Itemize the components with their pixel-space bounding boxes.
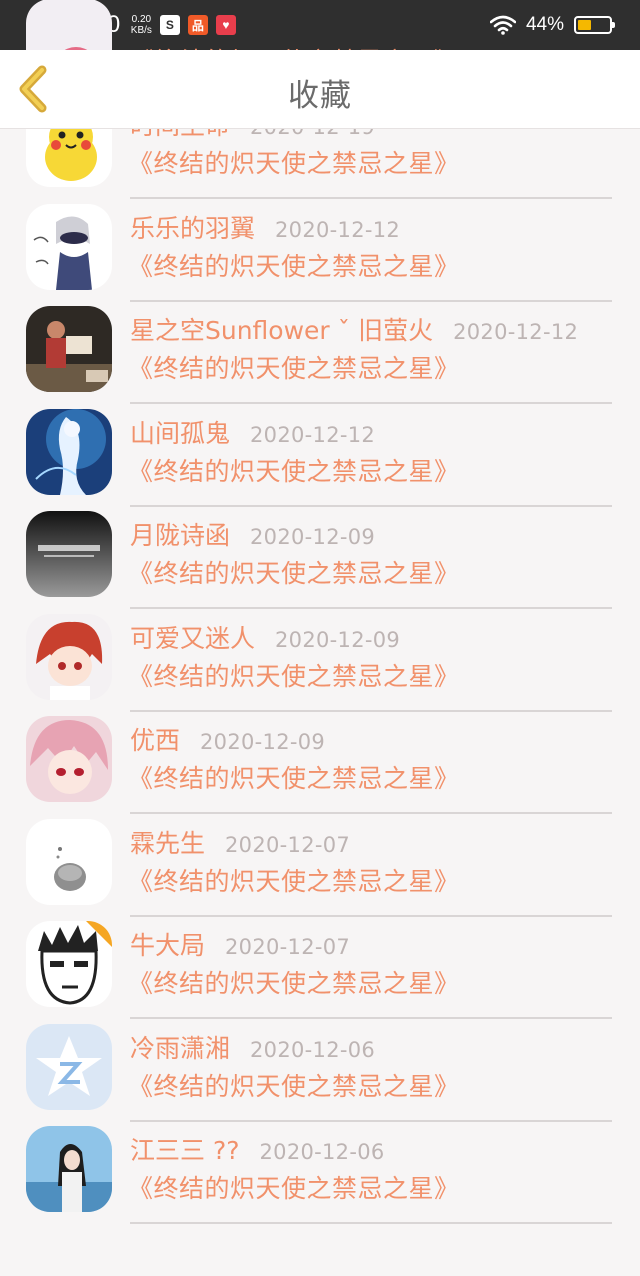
avatar: [26, 1023, 112, 1110]
avatar: [26, 511, 112, 597]
list-item[interactable]: 乐乐的羽翼 2020-12-12 《终结的炽天使之禁忌之星》: [0, 185, 640, 302]
avatar: [26, 921, 112, 1007]
user-name[interactable]: 乐乐的羽翼: [130, 209, 255, 245]
favorite-date: 2020-12-12: [453, 320, 579, 344]
user-name[interactable]: 星之空Sunflower ˇ 旧萤火: [130, 311, 433, 347]
list-item[interactable]: 冷雨潇湘 2020-12-06 《终结的炽天使之禁忌之星》: [0, 1005, 640, 1122]
book-title[interactable]: 《终结的炽天使之禁忌之星》: [128, 144, 460, 180]
user-name[interactable]: 山间孤鬼: [130, 414, 230, 450]
user-name[interactable]: 霖先生: [130, 824, 205, 860]
book-title[interactable]: 《终结的炽天使之禁忌之星》: [128, 964, 460, 1000]
book-title[interactable]: 《终结的炽天使之禁忌之星》: [128, 1169, 460, 1205]
list-item[interactable]: 牛大局 2020-12-07 《终结的炽天使之禁忌之星》: [0, 902, 640, 1019]
book-title[interactable]: 《终结的炽天使之禁忌之星》: [128, 349, 460, 385]
list-item[interactable]: 可爱又迷人 2020-12-09 《终结的炽天使之禁忌之星》: [0, 595, 640, 712]
divider: [130, 1222, 612, 1224]
list-item[interactable]: 月陇诗函 2020-12-09 《终结的炽天使之禁忌之星》: [0, 492, 640, 609]
favorite-date: 2020-12-06: [250, 1037, 376, 1062]
page-header: 收藏: [0, 50, 640, 129]
avatar: [26, 203, 112, 290]
avatar: [26, 613, 112, 700]
favorite-date: 2020-12-07: [225, 832, 351, 857]
avatar: [26, 306, 112, 392]
avatar: [26, 408, 112, 495]
user-name[interactable]: 冷雨潇湘: [130, 1029, 230, 1065]
user-name[interactable]: 可爱又迷人: [130, 619, 255, 655]
avatar: [26, 818, 112, 905]
user-name[interactable]: 江三三 ??: [130, 1131, 240, 1167]
avatar: [26, 716, 112, 802]
user-name[interactable]: 牛大局: [130, 926, 205, 962]
list-item[interactable]: 优西 2020-12-09 《终结的炽天使之禁忌之星》: [0, 697, 640, 814]
favorite-date: 2020-12-09: [275, 627, 401, 652]
favorite-date: 2020-12-06: [259, 1140, 385, 1164]
book-title[interactable]: 《终结的炽天使之禁忌之星》: [128, 759, 460, 795]
book-title[interactable]: 《终结的炽天使之禁忌之星》: [128, 1067, 460, 1103]
book-title[interactable]: 《终结的炽天使之禁忌之星》: [128, 657, 460, 693]
book-title[interactable]: 《终结的炽天使之禁忌之星》: [128, 452, 460, 488]
book-title[interactable]: 《终结的炽天使之禁忌之星》: [128, 862, 460, 898]
user-name[interactable]: 优西: [130, 721, 180, 757]
list-item[interactable]: 霖先生 2020-12-07 《终结的炽天使之禁忌之星》: [0, 800, 640, 917]
list-item[interactable]: 山间孤鬼 2020-12-12 《终结的炽天使之禁忌之星》: [0, 390, 640, 507]
list-item[interactable]: 江三三 ?? 2020-12-06 《终结的炽天使之禁忌之星》: [0, 1107, 640, 1224]
favorite-date: 2020-12-09: [250, 525, 376, 549]
avatar: [26, 1126, 112, 1212]
list-item[interactable]: 星之空Sunflower ˇ 旧萤火 2020-12-12 《终结的炽天使之禁忌之…: [0, 287, 640, 404]
page-title: 收藏: [288, 78, 352, 114]
book-title[interactable]: 《终结的炽天使之禁忌之星》: [128, 554, 460, 590]
book-title[interactable]: 《终结的炽天使之禁忌之星》: [128, 247, 460, 283]
favorite-date: 2020-12-12: [275, 217, 401, 242]
user-name[interactable]: 月陇诗函: [130, 516, 230, 552]
favorite-date: 2020-12-12: [250, 422, 376, 447]
favorite-date: 2020-12-07: [225, 935, 351, 959]
favorite-date: 2020-12-09: [200, 730, 326, 754]
